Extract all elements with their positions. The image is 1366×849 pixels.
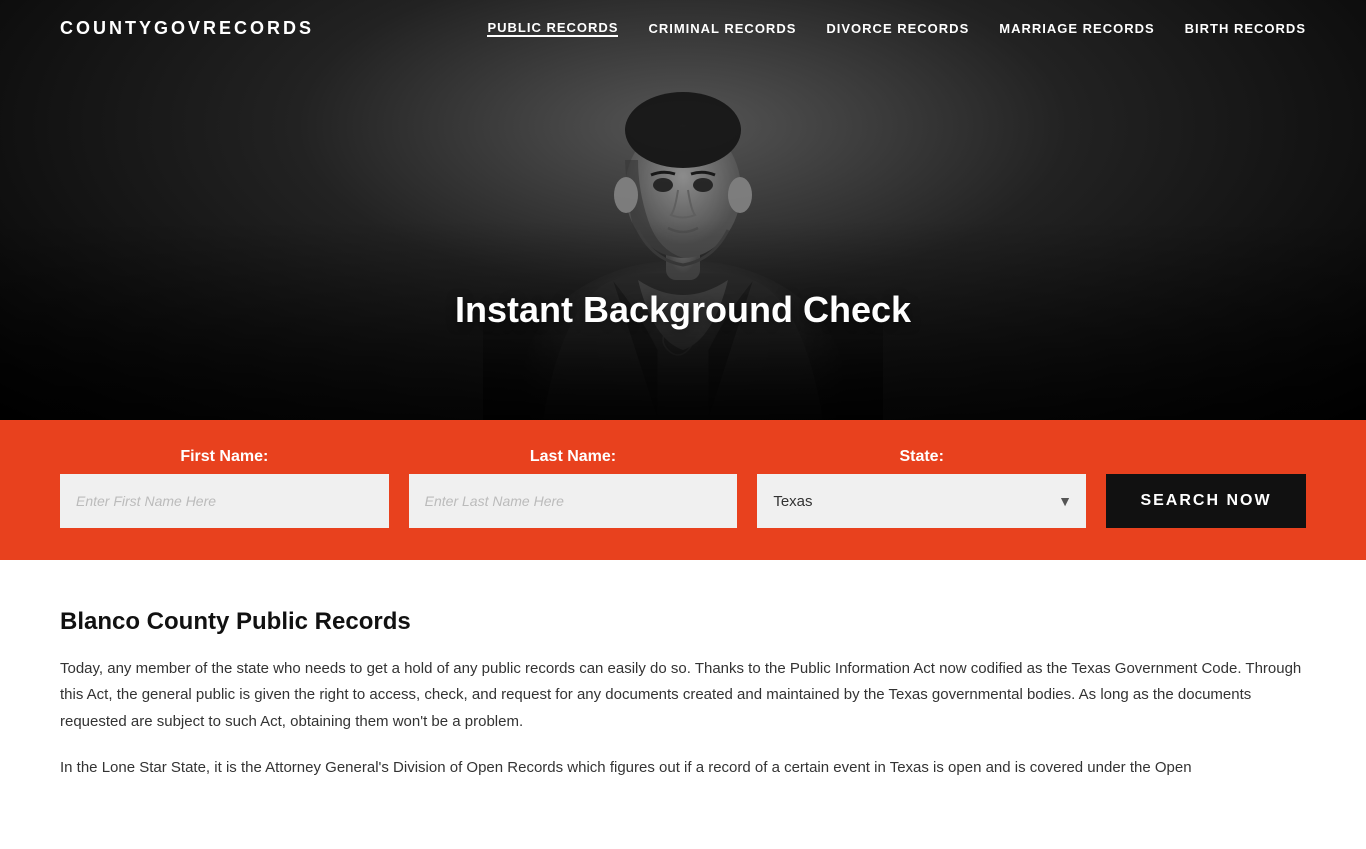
nav-criminal-records[interactable]: CRIMINAL RECORDS <box>648 21 796 36</box>
first-name-field: First Name: <box>60 448 389 528</box>
state-select-wrapper: AlabamaAlaskaArizonaArkansasCaliforniaCo… <box>757 474 1086 528</box>
hero-section: Instant Background Check <box>0 0 1366 420</box>
content-section: Blanco County Public Records Today, any … <box>0 560 1366 849</box>
state-label: State: <box>757 448 1086 466</box>
main-nav: PUBLIC RECORDS CRIMINAL RECORDS DIVORCE … <box>487 20 1306 37</box>
first-name-input[interactable] <box>60 474 389 528</box>
site-logo[interactable]: COUNTYGOVRECORDS <box>60 18 314 39</box>
state-select[interactable]: AlabamaAlaskaArizonaArkansasCaliforniaCo… <box>757 474 1086 528</box>
last-name-field: Last Name: <box>409 448 738 528</box>
site-header: COUNTYGOVRECORDS PUBLIC RECORDS CRIMINAL… <box>0 0 1366 57</box>
nav-public-records[interactable]: PUBLIC RECORDS <box>487 20 618 37</box>
last-name-input[interactable] <box>409 474 738 528</box>
content-paragraph-1: Today, any member of the state who needs… <box>60 656 1306 735</box>
last-name-label: Last Name: <box>409 448 738 466</box>
nav-marriage-records[interactable]: MARRIAGE RECORDS <box>999 21 1154 36</box>
first-name-label: First Name: <box>60 448 389 466</box>
nav-birth-records[interactable]: BIRTH RECORDS <box>1185 21 1306 36</box>
search-now-button[interactable]: SEARCH NOW <box>1106 474 1306 528</box>
state-field: State: AlabamaAlaskaArizonaArkansasCalif… <box>757 448 1086 528</box>
nav-divorce-records[interactable]: DIVORCE RECORDS <box>826 21 969 36</box>
search-section: First Name: Last Name: State: AlabamaAla… <box>0 420 1366 560</box>
hero-title: Instant Background Check <box>455 289 911 331</box>
content-heading: Blanco County Public Records <box>60 608 1306 636</box>
